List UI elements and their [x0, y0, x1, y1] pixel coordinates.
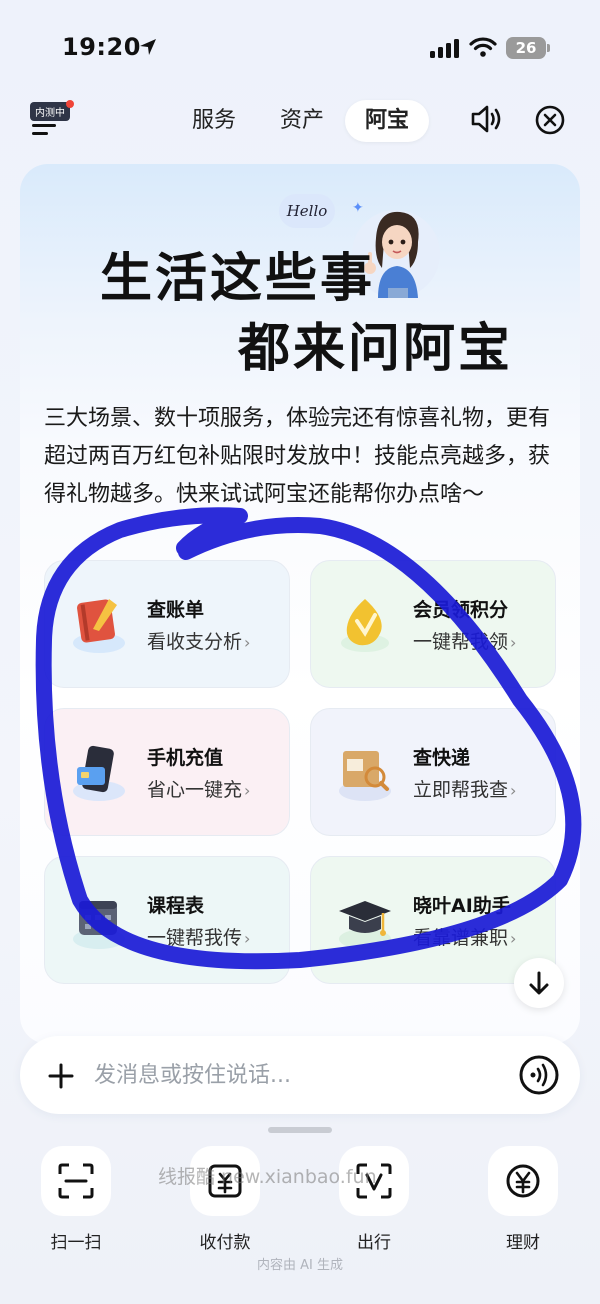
beta-badge: 内测中 — [30, 102, 70, 121]
top-nav: 内测中 服务 资产 阿宝 — [0, 96, 600, 144]
menu-button[interactable]: 内测中 — [28, 100, 74, 140]
notification-dot — [66, 100, 74, 108]
plus-icon[interactable] — [48, 1063, 74, 1089]
gold-coin-icon — [341, 599, 389, 652]
speaker-icon[interactable] — [470, 104, 504, 134]
chevron-right-icon: › — [510, 633, 517, 652]
service-member-points[interactable]: 会员领积分 一键帮我领 › — [310, 560, 556, 688]
status-time: 19:20 — [62, 33, 141, 61]
chevron-right-icon: › — [244, 929, 251, 948]
abao-card: Hello ✦ 生活这些事 都来问阿宝 三大场景、数十项服务，体验完还有惊喜礼物… — [20, 164, 580, 1044]
service-subtitle: 一键帮我传 › — [147, 927, 251, 949]
dock-label: 扫一扫 — [50, 1233, 102, 1253]
service-subtitle: 看靠谱兼职 › — [413, 927, 517, 949]
service-subtitle: 一键帮我领 › — [413, 631, 517, 653]
hello-bubble: Hello — [279, 194, 335, 228]
service-title: 查快递 — [413, 747, 471, 769]
close-icon[interactable] — [534, 104, 566, 136]
service-bill[interactable]: 查账单 看收支分析 › — [44, 560, 290, 688]
service-express[interactable]: 查快递 立即帮我查 › — [310, 708, 556, 836]
chevron-right-icon: › — [244, 781, 251, 800]
ai-disclaimer: 内容由 AI 生成 — [257, 1258, 343, 1273]
scroll-down-button[interactable] — [514, 958, 564, 1008]
service-title: 会员领积分 — [413, 599, 509, 621]
menu-icon — [32, 124, 56, 127]
notebook-icon — [73, 599, 125, 653]
phone-card-icon — [73, 745, 125, 801]
tab-services[interactable]: 服务 — [178, 100, 250, 142]
tab-assets[interactable]: 资产 — [266, 100, 338, 142]
service-subtitle: 立即帮我查 › — [413, 779, 517, 801]
dock-label: 收付款 — [199, 1233, 251, 1253]
watermark: 线报酷 new.xianbao.fun — [158, 1166, 377, 1188]
service-title: 查账单 — [147, 599, 205, 621]
arrow-down-icon — [529, 971, 549, 995]
dock-label: 理财 — [506, 1233, 540, 1253]
dock-scan[interactable]: 扫一扫 — [26, 1146, 126, 1253]
graduation-cap-icon — [339, 901, 391, 949]
dock-label: 出行 — [357, 1233, 391, 1253]
service-title: 晓叶AI助手 — [413, 895, 511, 917]
calendar-icon — [73, 901, 125, 949]
status-bar: 19:20 26 — [0, 0, 600, 96]
location-arrow-icon — [140, 39, 156, 55]
chat-bar — [20, 1036, 580, 1114]
chevron-right-icon: › — [244, 633, 251, 652]
service-title: 手机充值 — [147, 747, 224, 769]
tab-abao[interactable]: 阿宝 — [345, 100, 429, 142]
service-subtitle: 省心一键充 › — [147, 779, 251, 801]
hero-title-line1: 生活这些事 — [100, 248, 376, 309]
battery-level: 26 — [506, 37, 546, 59]
service-title: 课程表 — [147, 895, 205, 917]
chevron-right-icon: › — [510, 929, 517, 948]
voice-icon[interactable] — [518, 1054, 560, 1096]
scan-icon — [58, 1163, 94, 1199]
hero-title-line2: 都来问阿宝 — [238, 318, 514, 379]
sheet-handle[interactable] — [268, 1127, 332, 1133]
wifi-icon — [469, 37, 497, 57]
yuan-icon — [506, 1164, 540, 1198]
chat-input[interactable] — [94, 1060, 494, 1090]
service-subtitle: 看收支分析 › — [147, 631, 251, 653]
chevron-right-icon: › — [510, 781, 517, 800]
dock-finance[interactable]: 理财 — [473, 1146, 573, 1253]
service-phone-topup[interactable]: 手机充值 省心一键充 › — [44, 708, 290, 836]
battery-indicator: 26 — [506, 37, 550, 59]
intro-text: 三大场景、数十项服务，体验完还有惊喜礼物，更有超过两百万红包补贴限时发放中！技能… — [44, 406, 551, 507]
service-timetable[interactable]: 课程表 一键帮我传 › — [44, 856, 290, 984]
parcel-icon — [339, 751, 391, 801]
cellular-signal-icon — [430, 39, 459, 58]
